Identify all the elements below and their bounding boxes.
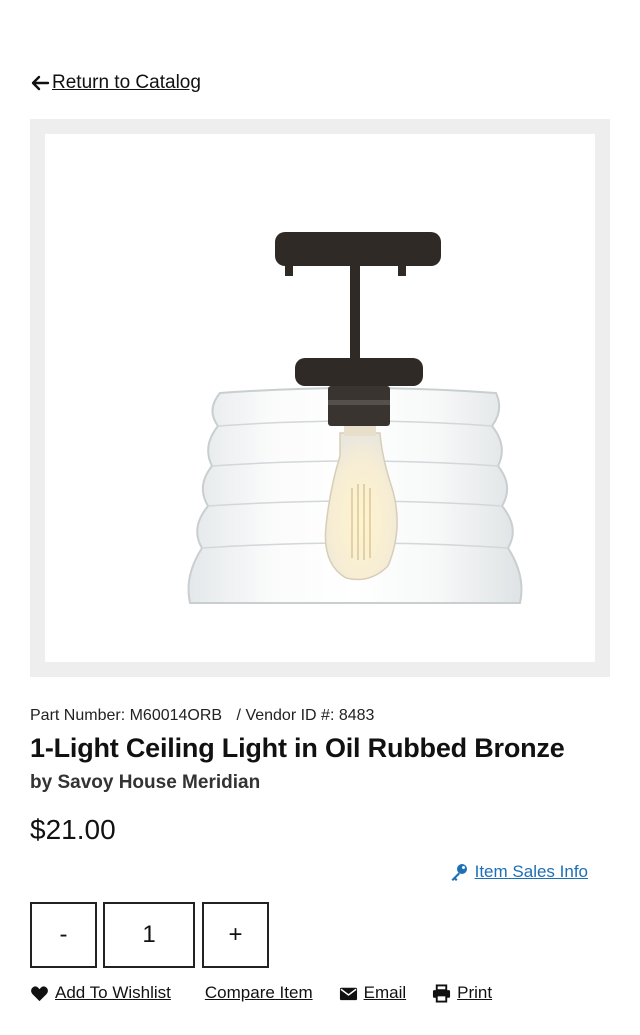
heart-icon xyxy=(31,985,48,1001)
print-label: Print xyxy=(457,983,493,1002)
product-price: $21.00 xyxy=(30,814,116,845)
product-brand: by Savoy House Meridian xyxy=(30,772,261,793)
email-label: Email xyxy=(363,983,407,1002)
vendor-id-label: / Vendor ID #: xyxy=(236,707,335,724)
product-ids: Part Number: M60014ORB / Vendor ID #: 84… xyxy=(30,707,374,725)
email-link[interactable]: Email xyxy=(339,983,407,1003)
quantity-increment-button[interactable]: + xyxy=(202,902,269,968)
product-title: 1-Light Ceiling Light in Oil Rubbed Bron… xyxy=(30,733,565,763)
print-link[interactable]: Print xyxy=(432,983,492,1003)
product-image-frame xyxy=(30,119,610,677)
quantity-input[interactable] xyxy=(103,902,195,968)
return-to-catalog-link[interactable]: Return to Catalog xyxy=(30,72,201,94)
quantity-decrement-button[interactable]: - xyxy=(30,902,97,968)
part-number-label: Part Number: xyxy=(30,707,126,724)
compare-item-link[interactable]: Compare Item xyxy=(205,983,313,1003)
compare-item-label: Compare Item xyxy=(204,983,313,1002)
envelope-icon xyxy=(339,987,357,1000)
product-actions: Add To Wishlist Compare Item Email Print xyxy=(30,983,492,1003)
printer-icon xyxy=(433,983,451,1003)
add-to-wishlist-link[interactable]: Add To Wishlist xyxy=(30,983,171,1003)
item-sales-info-link[interactable]: Item Sales Info xyxy=(449,862,588,882)
vendor-id-value: 8483 xyxy=(338,707,375,724)
add-to-wishlist-label: Add To Wishlist xyxy=(55,983,171,1002)
return-to-catalog-label: Return to Catalog xyxy=(52,72,201,93)
key-icon xyxy=(451,864,467,881)
ceiling-light-image xyxy=(187,232,523,604)
arrow-left-icon xyxy=(31,75,50,91)
product-image[interactable] xyxy=(45,134,595,662)
item-sales-info-label: Item Sales Info xyxy=(474,862,588,881)
part-number-value: M60014ORB xyxy=(129,707,223,724)
